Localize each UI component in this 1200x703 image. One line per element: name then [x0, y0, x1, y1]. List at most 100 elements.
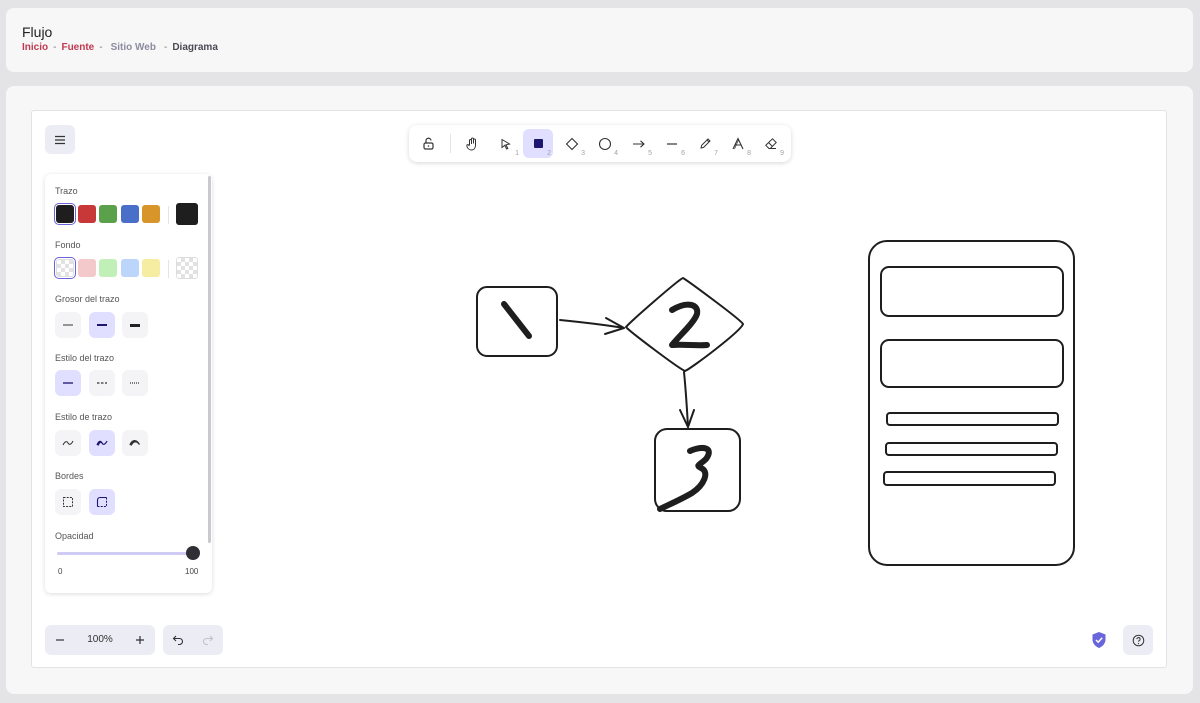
shield-icon[interactable] [1091, 631, 1107, 649]
tool-hand[interactable] [457, 129, 487, 158]
stroke-color-green[interactable] [99, 205, 117, 223]
arrow-right-icon [633, 139, 645, 148]
background-color-blue[interactable] [121, 259, 139, 277]
breadcrumb-fuente[interactable]: Fuente [61, 42, 94, 53]
opacity-slider-thumb[interactable] [186, 546, 200, 560]
stroke-color-current[interactable] [176, 203, 198, 225]
breadcrumb-separator: - [53, 42, 57, 53]
tool-text[interactable]: 8 [723, 129, 753, 158]
round-corner-icon [96, 496, 107, 507]
opacity-slider-track[interactable] [57, 552, 195, 555]
zoom-controls: 100% [45, 625, 155, 655]
tool-diamond[interactable]: 3 [557, 129, 587, 158]
breadcrumb-inicio[interactable]: Inicio [22, 42, 48, 53]
sloppiness-architect[interactable] [55, 430, 81, 456]
mockup-block-1 [880, 266, 1064, 317]
rough-curve-icon [129, 440, 141, 446]
mockup-frame [868, 240, 1075, 566]
tool-eraser[interactable]: 9 [756, 129, 786, 158]
tool-selection[interactable]: 1 [491, 129, 521, 158]
background-color-pink[interactable] [78, 259, 96, 277]
tool-line[interactable]: 6 [657, 129, 687, 158]
breadcrumb-diagrama: Diagrama [172, 42, 218, 53]
swatch-divider [168, 260, 169, 278]
stroke-color-blue[interactable] [121, 205, 139, 223]
text-icon [732, 137, 744, 150]
sharp-corner-icon [63, 497, 73, 507]
tool-shortcut: 3 [581, 150, 585, 157]
line-icon [667, 142, 677, 145]
mockup-line-2 [885, 442, 1058, 456]
background-color-transparent[interactable] [54, 257, 76, 279]
undo-button[interactable] [163, 625, 193, 655]
sloppiness-artist[interactable] [89, 430, 115, 456]
drawing-canvas[interactable]: 1 2 3 4 5 6 7 8 9 Trazo Fondo Grosor del… [31, 110, 1167, 668]
solid-line-icon [63, 382, 73, 384]
breadcrumb-sitio-web[interactable]: Sitio Web [111, 42, 156, 53]
diamond-icon [565, 137, 579, 150]
breadcrumb: Inicio - Fuente - Sitio Web - Diagrama [22, 42, 223, 53]
main-container: 1 2 3 4 5 6 7 8 9 Trazo Fondo Grosor del… [6, 86, 1193, 694]
digit-two-stroke [669, 301, 710, 349]
zoom-in-button[interactable] [125, 625, 155, 655]
shape-diamond-2 [625, 277, 744, 372]
history-controls [163, 625, 223, 655]
plus-icon [136, 636, 144, 644]
sloppiness-label: Estilo de trazo [55, 412, 113, 422]
tool-pencil[interactable]: 7 [690, 129, 720, 158]
tool-lock[interactable] [413, 129, 443, 158]
eraser-icon [765, 138, 777, 149]
stroke-color-black[interactable] [54, 203, 76, 225]
zoom-level[interactable]: 100% [75, 634, 125, 645]
thin-line-icon [63, 324, 73, 326]
mockup-block-2 [880, 339, 1064, 388]
shape-rectangle-3 [654, 428, 741, 512]
smooth-curve-icon [62, 440, 74, 446]
tool-shortcut: 9 [780, 150, 784, 157]
background-color-green[interactable] [99, 259, 117, 277]
stroke-style-dotted[interactable] [122, 370, 148, 396]
edges-label: Bordes [55, 471, 84, 481]
background-color-yellow[interactable] [142, 259, 160, 277]
breadcrumb-separator: - [163, 42, 168, 53]
help-button[interactable] [1123, 625, 1153, 655]
stroke-color-red[interactable] [78, 205, 96, 223]
toolbar-divider [450, 134, 451, 153]
arrow-1-to-2 [559, 319, 625, 329]
square-icon [533, 139, 543, 148]
stroke-style-solid[interactable] [55, 370, 81, 396]
stroke-color-orange[interactable] [142, 205, 160, 223]
stroke-width-bold[interactable] [89, 312, 115, 338]
stroke-style-label: Estilo del trazo [55, 353, 115, 363]
pointer-icon [501, 138, 511, 150]
bold-line-icon [97, 324, 107, 326]
tool-rectangle[interactable]: 2 [523, 129, 553, 158]
hand-icon [465, 137, 476, 151]
main-menu-button[interactable] [45, 125, 75, 154]
redo-icon [203, 635, 214, 645]
tool-shortcut: 4 [614, 150, 618, 157]
redo-button[interactable] [193, 625, 223, 655]
stroke-width-thin[interactable] [55, 312, 81, 338]
swatch-divider [168, 206, 169, 224]
zoom-out-button[interactable] [45, 625, 75, 655]
undo-icon [172, 635, 183, 645]
tool-shortcut: 6 [681, 150, 685, 157]
opacity-max-label: 100 [185, 567, 199, 576]
digit-three-stroke [657, 444, 712, 512]
edges-sharp[interactable] [55, 489, 81, 515]
tool-shortcut: 2 [547, 150, 551, 157]
extra-bold-line-icon [130, 323, 140, 327]
tool-shortcut: 8 [747, 150, 751, 157]
tool-shortcut: 5 [648, 150, 652, 157]
edges-round[interactable] [89, 489, 115, 515]
tool-ellipse[interactable]: 4 [590, 129, 620, 158]
sloppiness-cartoonist[interactable] [122, 430, 148, 456]
page-title: Flujo [22, 24, 53, 40]
background-color-current[interactable] [176, 257, 198, 279]
minus-icon [56, 639, 64, 641]
stroke-style-dashed[interactable] [89, 370, 115, 396]
stroke-width-extra-bold[interactable] [122, 312, 148, 338]
tool-arrow[interactable]: 5 [624, 129, 654, 158]
panel-scrollbar[interactable] [208, 176, 211, 543]
